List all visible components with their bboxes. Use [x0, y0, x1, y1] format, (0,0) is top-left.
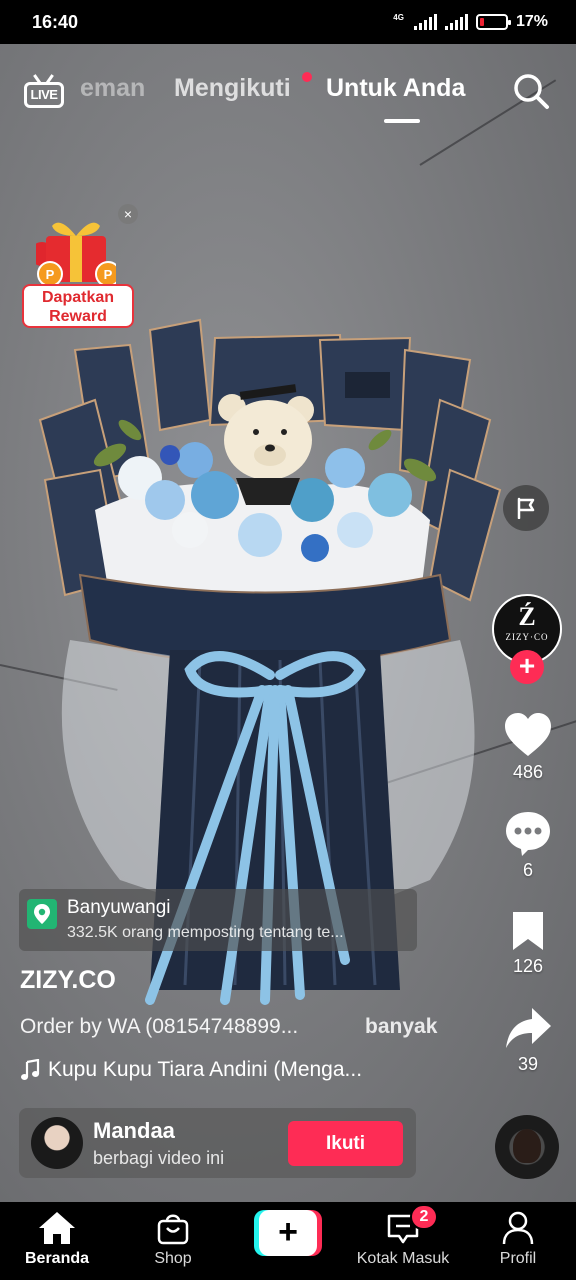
comment-count: 6 [522, 860, 533, 880]
flag-icon [517, 497, 535, 519]
reward-close-button[interactable]: × [118, 204, 138, 224]
location-pin-icon [27, 899, 57, 929]
live-button[interactable]: LIVE [24, 74, 64, 108]
sharer-name: Mandaa [93, 1118, 175, 1143]
share-count: 39 [517, 1054, 539, 1074]
tab-profile-label: Profil [499, 1250, 537, 1267]
tab-shop-label: Shop [154, 1250, 192, 1267]
create-button[interactable]: + [254, 1210, 322, 1256]
tab-home[interactable]: Beranda [7, 1210, 107, 1268]
tab-inbox[interactable]: Kotak Masuk [353, 1210, 453, 1268]
author-name[interactable]: ZIZY.CO [20, 966, 116, 995]
tab-home-label: Beranda [24, 1250, 90, 1267]
reward-label-line2: Reward [49, 308, 107, 325]
svg-text:P: P [46, 267, 55, 282]
caption-more-link[interactable]: banyak [365, 1015, 437, 1039]
tab-inbox-label: Kotak Masuk [356, 1250, 450, 1267]
status-bar: 16:40 4G 17% [0, 0, 576, 44]
reward-label: Dapatkan Reward [22, 284, 134, 328]
svg-text:P: P [104, 267, 113, 282]
bookmark-icon [513, 912, 543, 950]
like-count: 486 [512, 762, 544, 782]
signal-icon-2 [444, 14, 468, 30]
reward-label-line1: Dapatkan [41, 289, 115, 306]
sharer-subtitle: berbagi video ini [93, 1148, 225, 1168]
tab-friends[interactable]: eman [80, 74, 145, 103]
gift-icon: P P [36, 222, 116, 287]
live-label: LIVE [24, 82, 64, 108]
shopping-bag-icon [157, 1214, 189, 1245]
music-disc[interactable] [495, 1115, 559, 1179]
network-type: 4G [393, 13, 404, 22]
music-title: Kupu Kupu Tiara Andini (Menga... [48, 1058, 363, 1081]
profile-icon [502, 1211, 534, 1245]
creator-avatar-text: ZIZY·CO [505, 632, 549, 642]
location-name: Banyuwangi [67, 897, 171, 918]
share-icon [506, 1008, 551, 1048]
shared-by-card[interactable]: Mandaa berbagi video ini Ikuti [19, 1108, 416, 1178]
post-caption: Order by WA (08154748899... [20, 1015, 299, 1038]
home-icon [39, 1212, 75, 1244]
follow-button[interactable]: Ikuti [288, 1121, 403, 1166]
save-count: 126 [512, 956, 544, 976]
music-note-icon [21, 1059, 40, 1080]
location-subtitle: 332.5K orang memposting tentang te... [67, 924, 344, 941]
battery-icon [475, 14, 511, 30]
like-button[interactable]: 486 [493, 712, 563, 783]
follow-plus-button[interactable]: + [510, 650, 544, 684]
sharer-avatar[interactable] [31, 1117, 83, 1169]
active-tab-indicator [384, 119, 420, 123]
report-button[interactable] [503, 485, 549, 531]
plus-icon: + [259, 1210, 317, 1256]
heart-icon [505, 713, 551, 756]
following-new-dot [302, 72, 312, 82]
status-icons: 4G 17% [393, 13, 548, 31]
comment-button[interactable]: 6 [493, 810, 563, 881]
creator-avatar-monogram: Ź [518, 602, 536, 631]
reward-widget[interactable]: P P × Dapatkan Reward [14, 204, 142, 328]
signal-icon [413, 14, 437, 30]
top-nav: LIVE eman Mengikuti Untuk Anda [0, 44, 576, 134]
bottom-tab-bar: Beranda Shop + Kotak Masuk Profil [0, 1202, 576, 1280]
battery-percent: 17% [515, 13, 548, 30]
save-button[interactable]: 126 [493, 910, 563, 977]
search-icon[interactable] [512, 72, 550, 110]
music-info[interactable]: Kupu Kupu Tiara Andini (Menga... [20, 1058, 362, 1082]
tab-following[interactable]: Mengikuti [174, 74, 291, 103]
share-button[interactable]: 39 [493, 1006, 563, 1075]
tab-for-you[interactable]: Untuk Anda [326, 74, 465, 103]
tab-shop[interactable]: Shop [123, 1210, 223, 1268]
location-tag[interactable]: Banyuwangi 332.5K orang memposting tenta… [19, 889, 417, 951]
comment-icon [506, 812, 550, 856]
status-time: 16:40 [32, 11, 79, 32]
tab-profile[interactable]: Profil [468, 1210, 568, 1268]
inbox-badge: 2 [410, 1204, 438, 1230]
